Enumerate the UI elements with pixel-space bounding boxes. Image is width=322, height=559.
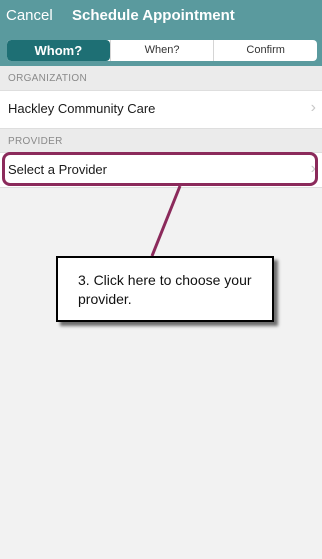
provider-highlight-box xyxy=(2,152,318,186)
tab-whom[interactable]: Whom? xyxy=(7,40,110,61)
cancel-button[interactable]: Cancel xyxy=(6,7,53,24)
chevron-right-icon: › xyxy=(310,99,316,116)
instruction-callout: 3. Click here to choose your provider. xyxy=(56,256,274,322)
app-header: Cancel Schedule Appointment Whom? When? … xyxy=(0,0,322,66)
organization-section-label: ORGANIZATION xyxy=(8,73,87,84)
organization-value: Hackley Community Care xyxy=(8,101,156,116)
organization-section-header: ORGANIZATION xyxy=(0,66,322,90)
step-tabs: Whom? When? Confirm xyxy=(7,40,317,61)
organization-row[interactable]: Hackley Community Care › xyxy=(0,90,322,129)
tab-confirm[interactable]: Confirm xyxy=(213,40,317,61)
provider-section-label: PROVIDER xyxy=(8,136,63,147)
tab-when[interactable]: When? xyxy=(109,40,214,61)
page-title: Schedule Appointment xyxy=(72,7,235,24)
callout-text: 3. Click here to choose your provider. xyxy=(78,272,252,307)
provider-section-header: PROVIDER xyxy=(0,129,322,153)
